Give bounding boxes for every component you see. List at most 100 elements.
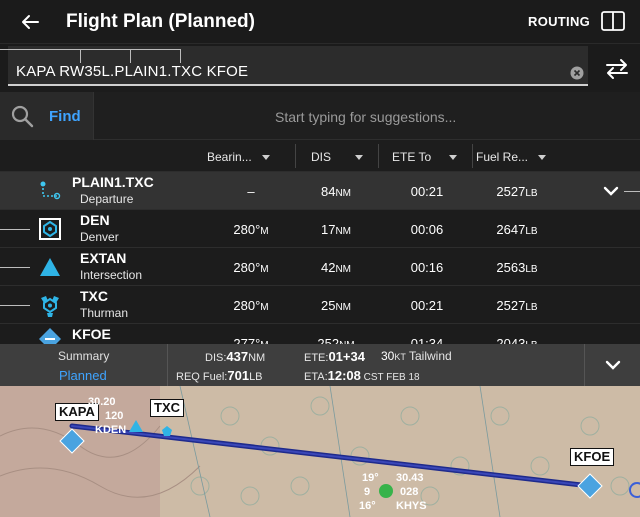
fuel-value: 2563LB: [472, 260, 562, 275]
intersection-icon: [40, 258, 60, 276]
fuel-unit: LB: [525, 302, 538, 313]
map-airport-kden: KDEN: [95, 424, 127, 436]
callout-line: [80, 49, 81, 63]
plan-mode: Planned: [59, 368, 107, 383]
column-header-label: DIS: [311, 150, 332, 164]
fuel-unit: LB: [525, 226, 538, 237]
summary-tab[interactable]: Summary Planned: [0, 344, 168, 386]
waypoint-list: PLAIN1.TXC Departure – 84NM 00:21 2527LB…: [0, 172, 640, 344]
search-icon: [11, 105, 34, 128]
waypoint-row-txc[interactable]: TXC Thurman 280°M 25NM 00:21 2527LB: [0, 286, 640, 324]
bearing-number: 280°: [233, 260, 261, 275]
map-view[interactable]: KAPA TXC KFOE KDEN KHYS 30.20 120 19° 30…: [0, 386, 640, 517]
callout-line: [130, 49, 131, 63]
ete-value: 00:21: [410, 298, 444, 313]
page-title: Flight Plan (Planned): [66, 11, 255, 32]
bearing-unit: M: [260, 226, 269, 237]
waypoint-type: Thurman: [80, 306, 129, 320]
map-info-number: 028: [400, 486, 419, 498]
expand-summary-button[interactable]: [584, 344, 640, 386]
airport-icon: [39, 328, 61, 344]
bearing-number: –: [247, 184, 255, 199]
stat-label: DIS:: [205, 352, 227, 364]
find-label: Find: [49, 108, 81, 125]
column-header-fuel[interactable]: Fuel Re...: [476, 150, 547, 164]
waypoint-row-den[interactable]: DEN Denver 280°M 17NM 00:06 2647LB: [0, 210, 640, 248]
sort-arrow-icon: [355, 155, 364, 161]
back-arrow-icon[interactable]: [18, 10, 42, 34]
distance-number: 252: [317, 336, 340, 344]
distance-unit: NM: [335, 188, 352, 199]
book-icon[interactable]: [600, 10, 626, 32]
map-info-number: 16°: [359, 500, 376, 512]
waypoint-row-plain1[interactable]: PLAIN1.TXC Departure – 84NM 00:21 2527LB: [0, 172, 640, 210]
find-button[interactable]: Find: [0, 92, 94, 140]
stat-value: 12:08: [327, 368, 361, 383]
sort-arrow-icon: [538, 155, 547, 161]
column-divider: [295, 144, 296, 168]
column-header-label: Fuel Re...: [476, 150, 529, 164]
waypoint-name: KFOE: [72, 326, 111, 342]
column-divider: [472, 144, 473, 168]
column-header-bearing[interactable]: Bearin...: [207, 150, 270, 164]
distance-value: 42NM: [291, 260, 381, 275]
fuel-number: 2527: [496, 298, 526, 313]
stat-label: Tailwind: [405, 349, 452, 363]
stat-value: 701: [227, 368, 250, 383]
route-input[interactable]: KAPA RW35L.PLAIN1.TXC KFOE: [8, 46, 588, 86]
stat-value: 437: [226, 349, 249, 364]
fuel-number: 2043: [496, 336, 526, 344]
distance-unit: NM: [335, 264, 352, 275]
stat-unit: CST FEB 18: [360, 372, 420, 383]
callout-line: [180, 49, 181, 63]
map-label-kfoe[interactable]: KFOE: [570, 448, 615, 466]
stat-unit: NM: [248, 352, 266, 364]
callout-line: [0, 229, 30, 230]
fuel-value: 2527LB: [472, 298, 562, 313]
search-input[interactable]: Start typing for suggestions...: [275, 109, 456, 125]
bearing-number: 280°: [233, 222, 261, 237]
callout-line: [0, 267, 30, 268]
stat-label: REQ Fuel:: [176, 371, 228, 383]
distance-number: 84: [320, 184, 336, 199]
waypoint-name: PLAIN1.TXC: [72, 174, 154, 190]
summary-wind: 30KT Tailwind: [381, 349, 452, 363]
column-header-ete[interactable]: ETE To: [392, 150, 458, 164]
stat-unit: KT: [394, 352, 406, 362]
distance-value: 252NM: [291, 336, 381, 344]
sort-arrow-icon: [261, 155, 270, 161]
map-info-number: 9: [364, 486, 371, 498]
callout-line: [0, 305, 30, 306]
fuel-value: 2043LB: [472, 336, 562, 344]
clear-icon[interactable]: [570, 66, 584, 80]
app-header: Flight Plan (Planned) ROUTING: [0, 0, 640, 44]
distance-value: 84NM: [291, 184, 381, 199]
waypoint-type: Departure: [80, 192, 134, 206]
map-label-txc[interactable]: TXC: [150, 399, 184, 417]
distance-value: 17NM: [291, 222, 381, 237]
stat-unit: LB: [249, 371, 263, 383]
flight-plan-screen: Flight Plan (Planned) ROUTING KAPA RW35L…: [0, 0, 640, 517]
bearing-number: 277°: [233, 336, 261, 344]
fuel-unit: LB: [525, 264, 538, 275]
distance-number: 25: [320, 298, 336, 313]
summary-bar: Summary Planned DIS:437NM ETE:01+34 30KT…: [0, 344, 640, 386]
routing-button[interactable]: ROUTING: [528, 14, 590, 29]
column-divider: [378, 144, 379, 168]
column-header-distance[interactable]: DIS: [311, 150, 364, 164]
reverse-route-icon[interactable]: [604, 56, 630, 80]
fuel-number: 2647: [496, 222, 526, 237]
summary-distance: DIS:437NM: [205, 349, 265, 364]
chevron-down-icon[interactable]: [603, 184, 619, 198]
ete-value: 00:06: [410, 222, 444, 237]
waypoint-row-kfoe[interactable]: KFOE 277°M 252NM 01:34 2043LB: [0, 324, 640, 344]
distance-unit: NM: [335, 302, 352, 313]
column-header-label: ETE To: [392, 150, 432, 164]
stat-label: ETA:: [304, 371, 328, 383]
map-info-number: 19°: [362, 472, 379, 484]
fuel-value: 2647LB: [472, 222, 562, 237]
stat-value: 30: [381, 349, 395, 363]
waypoint-row-extan[interactable]: EXTAN Intersection 280°M 42NM 00:16 2563…: [0, 248, 640, 286]
column-header-row: Bearin... DIS ETE To Fuel Re...: [0, 140, 640, 172]
fuel-unit: LB: [525, 188, 538, 199]
